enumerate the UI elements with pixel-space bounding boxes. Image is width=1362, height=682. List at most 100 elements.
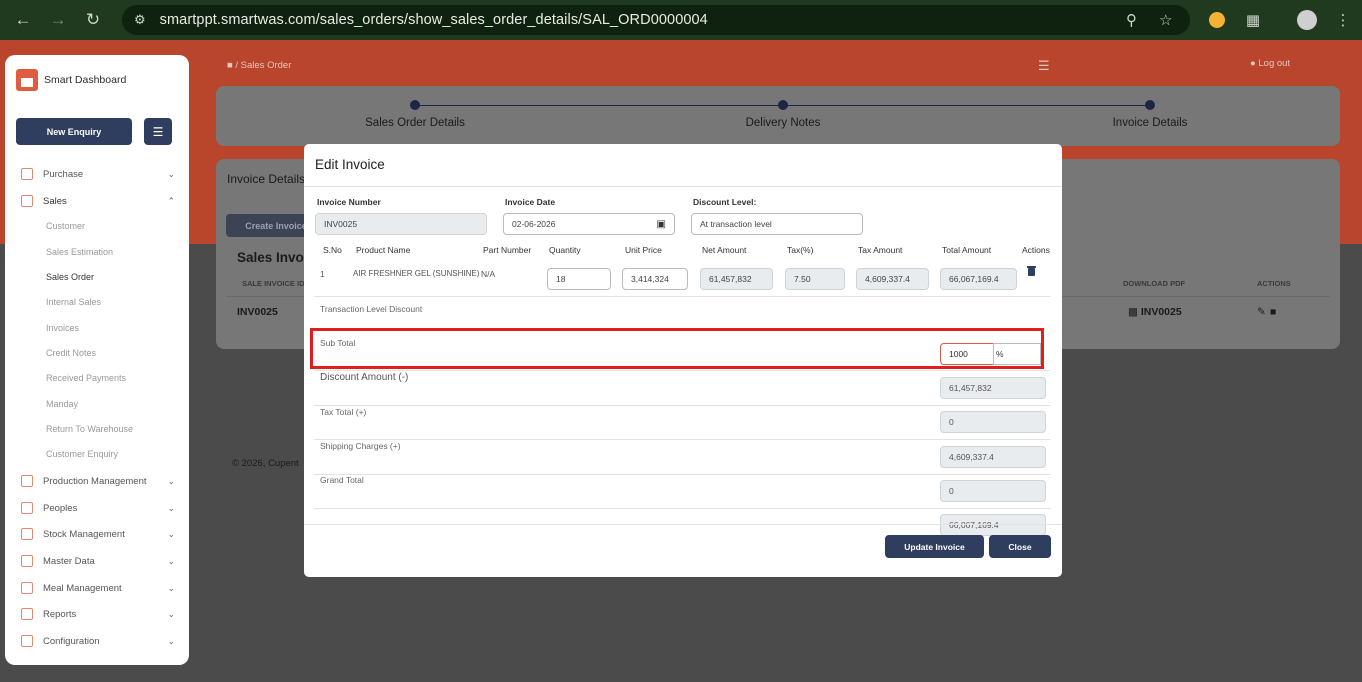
meal-icon	[21, 582, 33, 594]
reports-icon	[21, 608, 33, 620]
column-header-unit-price: Unit Price	[625, 245, 662, 255]
url-text: smartppt.smartwas.com/sales_orders/show_…	[159, 12, 708, 28]
people-icon	[21, 502, 33, 514]
unit-price-input[interactable]: 3,414,324	[622, 268, 688, 290]
invoice-date-field[interactable]: 02-06-2026 ▣	[503, 213, 675, 235]
browser-toolbar: ← → ↻ ⚙ smartppt.smartwas.com/sales_orde…	[0, 0, 1362, 40]
sidebar-item-master-data[interactable]: Master Data ⌄	[21, 551, 179, 571]
modal-footer-divider	[304, 524, 1062, 525]
reload-icon[interactable]: ↻	[81, 8, 105, 32]
site-settings-icon[interactable]: ⚙	[134, 12, 146, 28]
discount-level-select[interactable]: At transaction level	[691, 213, 863, 235]
step-dot	[778, 100, 788, 110]
extension-icon[interactable]	[1206, 9, 1228, 31]
home-icon[interactable]: ■	[227, 60, 233, 71]
edit-invoice-modal: Edit Invoice Invoice Number INV0025 Invo…	[304, 144, 1062, 577]
transaction-discount-label: Transaction Level Discount	[320, 304, 423, 314]
item-product-name: AIR FRESHNER GEL (SUNSHINE)	[353, 269, 480, 278]
step-dot	[410, 100, 420, 110]
delete-icon[interactable]: ■	[1270, 306, 1276, 318]
address-bar[interactable]: ⚙ smartppt.smartwas.com/sales_orders/sho…	[122, 5, 1190, 35]
sidebar-subitem-invoices[interactable]: Invoices	[46, 323, 79, 333]
profile-avatar[interactable]	[1296, 9, 1318, 31]
quantity-input[interactable]: 18	[547, 268, 611, 290]
sidebar-subitem-credit-notes[interactable]: Credit Notes	[46, 348, 96, 358]
step-invoice-details[interactable]: Invoice Details	[1113, 117, 1188, 129]
database-icon	[21, 555, 33, 567]
download-pdf-link[interactable]: ▩ INV0025	[1128, 306, 1182, 318]
sidebar-item-peoples[interactable]: Peoples ⌄	[21, 498, 179, 518]
summary-divider	[314, 474, 1051, 475]
sidebar-toggle-button[interactable]: ☰	[144, 118, 172, 145]
sidebar-item-configuration[interactable]: Configuration ⌄	[21, 631, 179, 651]
column-header-actions: ACTIONS	[1257, 279, 1291, 288]
column-header-total-amount: Total Amount	[942, 245, 992, 255]
sub-total-label: Sub Total	[320, 338, 356, 348]
net-amount-field: 61,457,832	[700, 268, 773, 290]
tax-amount-field: 4,609,337.4	[856, 268, 929, 290]
step-sales-order-details[interactable]: Sales Order Details	[365, 117, 465, 129]
sidebar-subitem-return-to-warehouse[interactable]: Return To Warehouse	[46, 424, 133, 434]
step-delivery-notes[interactable]: Delivery Notes	[746, 117, 821, 129]
column-header-tax-amount: Tax Amount	[858, 245, 903, 255]
column-header-download-pdf: DOWNLOAD PDF	[1123, 279, 1186, 288]
item-row-divider	[314, 296, 1051, 297]
annotation-highlight-box	[310, 328, 1044, 369]
back-icon[interactable]: ←	[11, 8, 35, 32]
grand-total-label: Grand Total	[320, 475, 364, 485]
zoom-icon[interactable]: ⚲	[1126, 11, 1137, 29]
sidebar-subitem-received-payments[interactable]: Received Payments	[46, 373, 126, 383]
discount-amount-field: 0	[940, 411, 1046, 433]
bookmark-star-icon[interactable]: ☆	[1159, 11, 1172, 29]
menu-toggle-icon[interactable]: ☰	[1038, 58, 1050, 74]
sidebar-subitem-customer[interactable]: Customer	[46, 221, 85, 231]
pdf-icon: ▩	[1128, 306, 1138, 318]
forward-icon[interactable]: →	[46, 8, 70, 32]
close-button[interactable]: Close	[989, 535, 1051, 558]
footer-company-link[interactable]: Cupent	[268, 458, 299, 469]
extensions-puzzle-icon[interactable]: ▦	[1242, 9, 1264, 31]
new-enquiry-button[interactable]: New Enquiry	[16, 118, 132, 145]
edit-icon[interactable]: ✎	[1257, 306, 1266, 318]
sidebar-item-stock-management[interactable]: Stock Management ⌄	[21, 524, 179, 544]
column-header-actions: Actions	[1022, 245, 1050, 255]
sidebar-item-sales[interactable]: Sales ⌃	[21, 191, 179, 211]
chevron-down-icon: ⌄	[167, 635, 175, 646]
factory-icon	[21, 475, 33, 487]
breadcrumb: ■ / Sales Order	[227, 60, 292, 71]
sidebar-subitem-sales-order[interactable]: Sales Order	[46, 272, 94, 282]
item-part-number: N/A	[481, 269, 496, 279]
tax-pct-field: 7.50	[785, 268, 845, 290]
column-header-part-number: Part Number	[483, 245, 532, 255]
step-dot	[1145, 100, 1155, 110]
summary-divider	[314, 405, 1051, 406]
modal-header: Edit Invoice	[304, 144, 1062, 187]
sales-icon	[21, 195, 33, 207]
tax-total-label: Tax Total (+)	[320, 407, 367, 417]
chevron-up-icon: ⌃	[167, 195, 175, 206]
browser-menu-icon[interactable]: ⋮	[1332, 9, 1354, 31]
sidebar-item-meal-management[interactable]: Meal Management ⌄	[21, 578, 179, 598]
chevron-down-icon: ⌄	[167, 502, 175, 513]
sidebar-subitem-customer-enquiry[interactable]: Customer Enquiry	[46, 449, 118, 459]
sidebar-item-purchase[interactable]: Purchase ⌄	[21, 164, 179, 184]
sidebar-subitem-manday[interactable]: Manday	[46, 399, 78, 409]
delete-row-icon[interactable]	[1027, 266, 1036, 276]
invoice-number-label: Invoice Number	[317, 197, 381, 207]
sidebar-subitem-internal-sales[interactable]: Internal Sales	[46, 297, 101, 307]
brand[interactable]: Smart Dashboard	[16, 69, 126, 91]
breadcrumb-sales-order[interactable]: Sales Order	[241, 60, 292, 71]
sidebar-item-reports[interactable]: Reports ⌄	[21, 604, 179, 624]
column-header-quantity: Quantity	[549, 245, 581, 255]
sidebar-subitem-sales-estimation[interactable]: Sales Estimation	[46, 247, 113, 257]
column-header-product-name: Product Name	[356, 245, 411, 255]
calendar-icon[interactable]: ▣	[657, 219, 666, 230]
brand-name: Smart Dashboard	[44, 74, 127, 86]
gear-icon	[21, 635, 33, 647]
progress-steps: Sales Order Details Delivery Notes Invoi…	[216, 86, 1340, 146]
sidebar-item-production-management[interactable]: Production Management ⌄	[21, 471, 179, 491]
footer-copyright: © 2026, Cupent	[232, 458, 299, 469]
discount-amount-label: Discount Amount (-)	[320, 372, 409, 383]
logout-link[interactable]: ● Log out	[1250, 58, 1290, 69]
update-invoice-button[interactable]: Update Invoice	[885, 535, 984, 558]
